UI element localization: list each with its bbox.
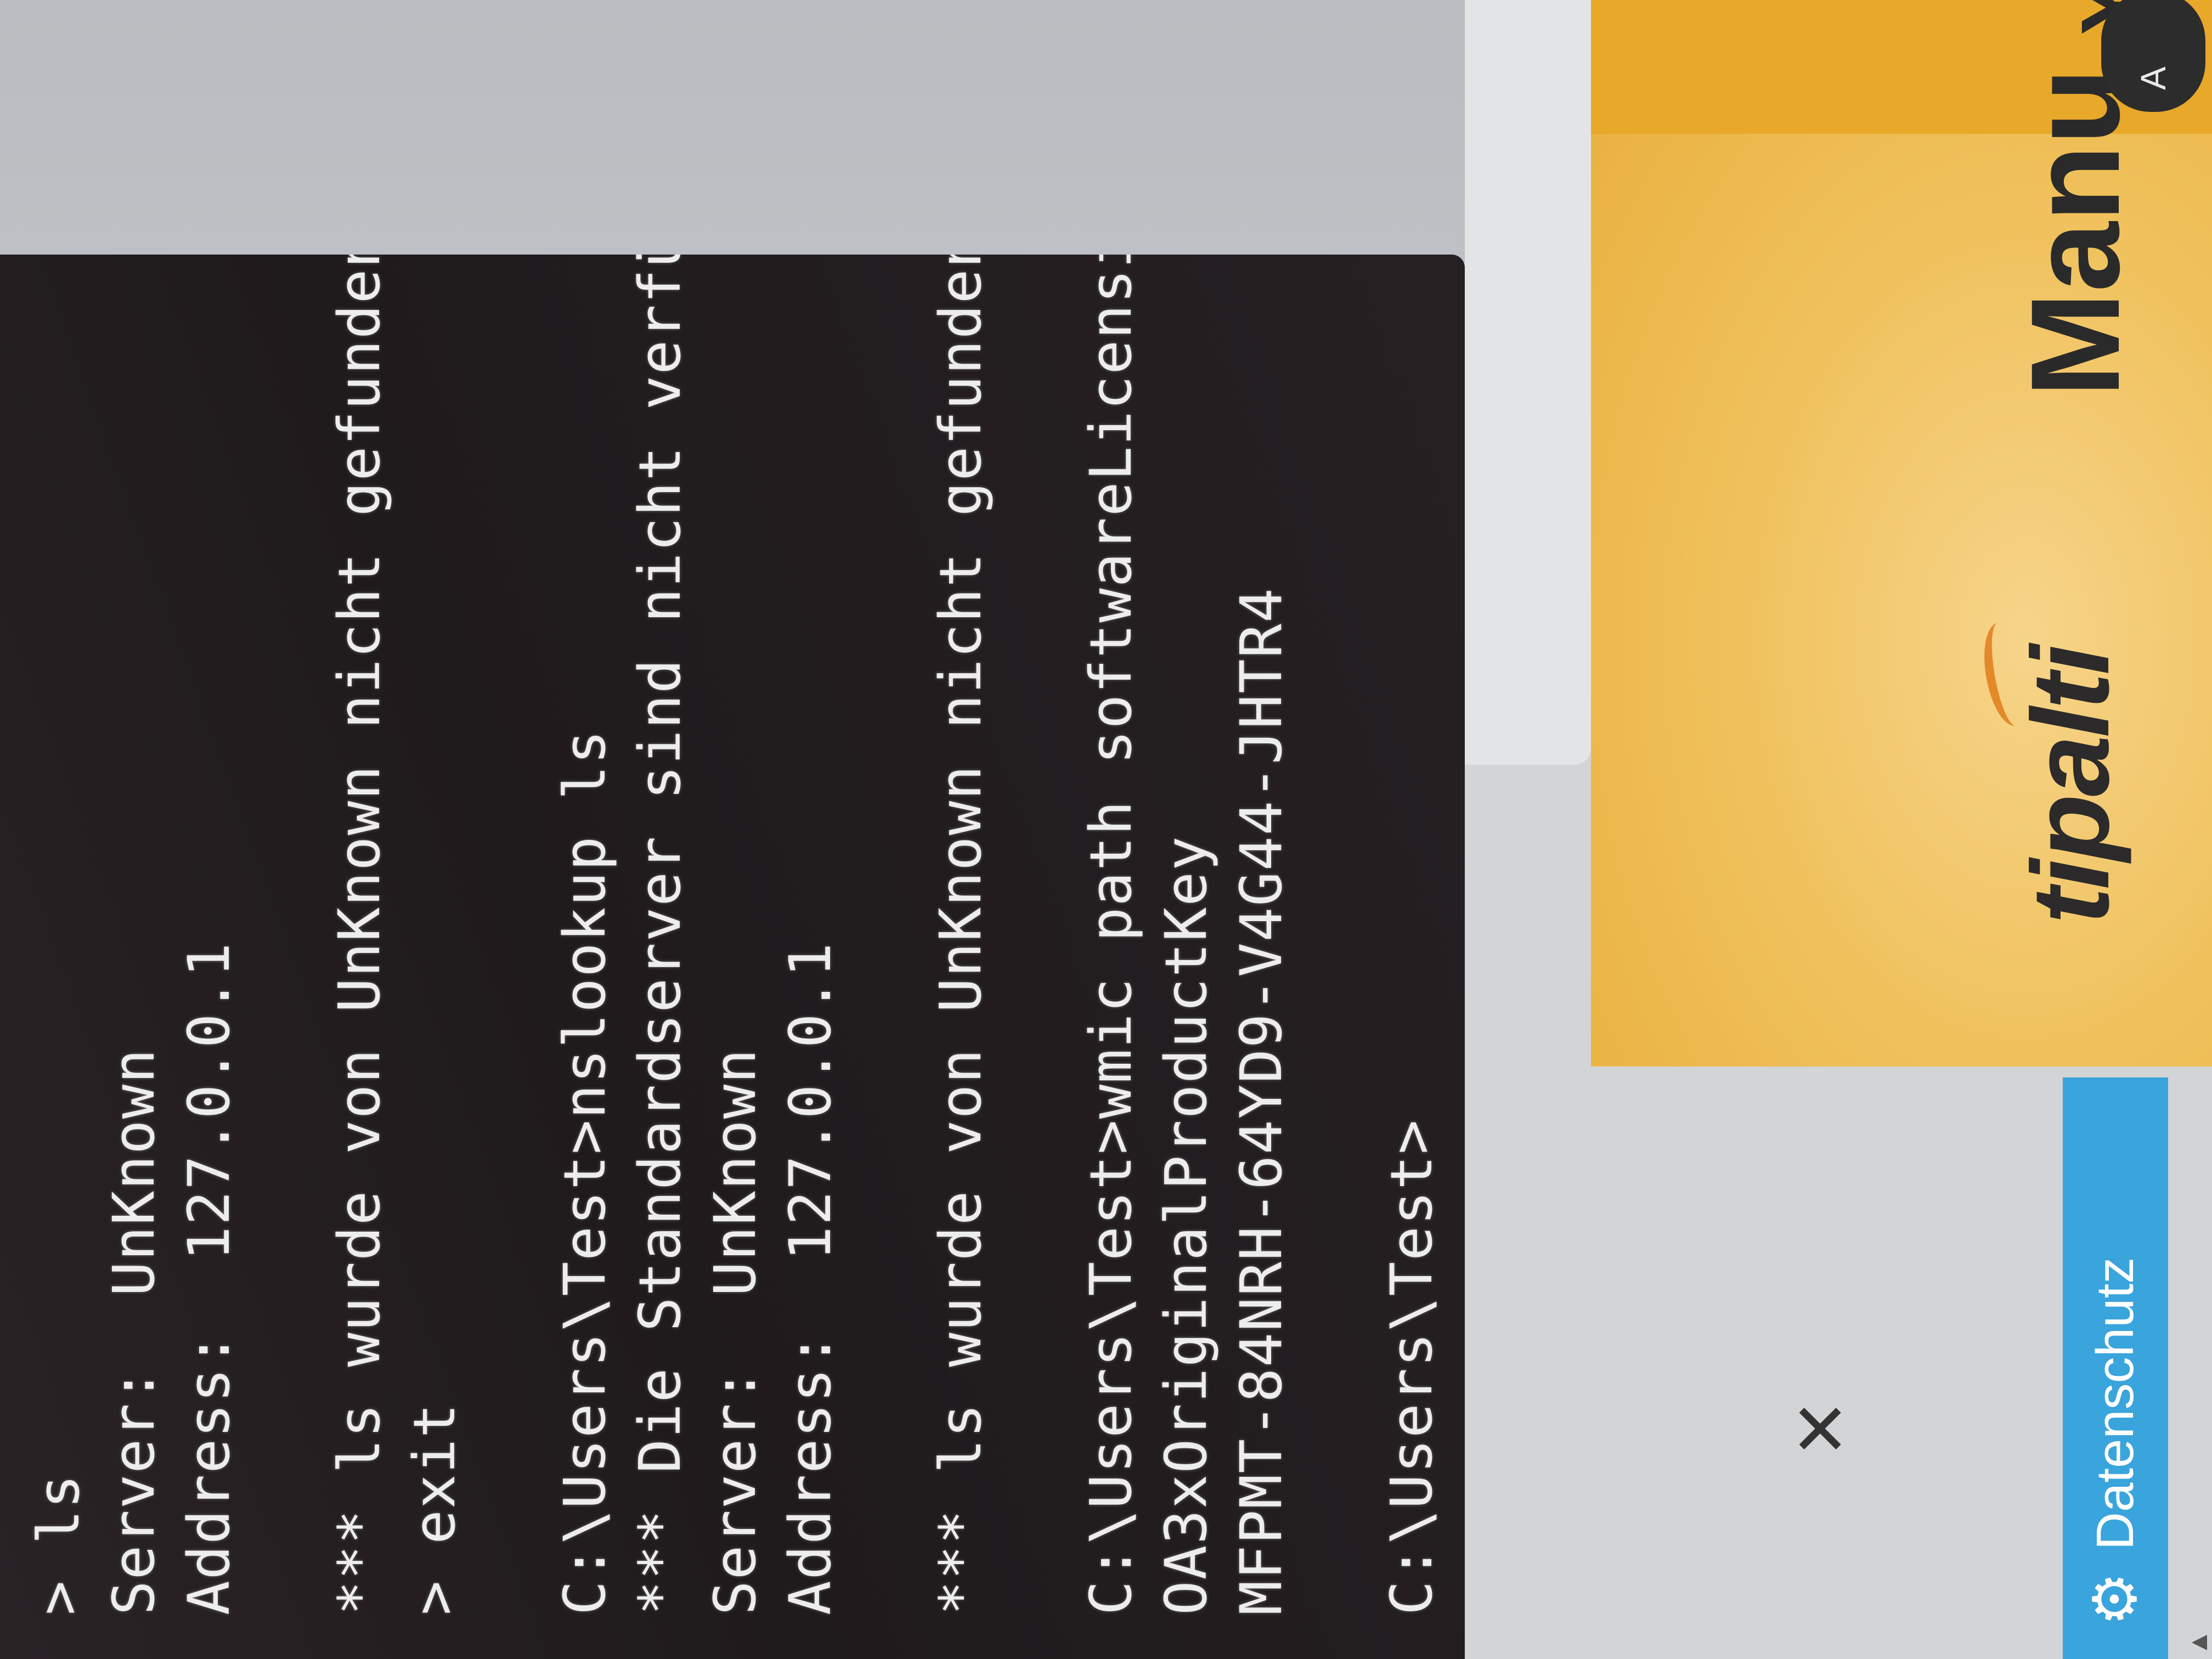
ad-button[interactable]: A xyxy=(2101,0,2205,112)
scroll-up-icon[interactable]: ▲ xyxy=(2183,1626,2212,1659)
terminal-line: *** ls wurde von UnKnown nicht gefunden:… xyxy=(326,255,393,1615)
terminal-line: C:\Users\Test> xyxy=(1378,1119,1445,1615)
terminal-line: Address: 127.0.0.1 xyxy=(176,941,242,1615)
rotated-screen: tipalti Manu Y A > lsServer: UnKnownAddr… xyxy=(0,0,2212,1659)
command-prompt-window[interactable]: > ls Server: UnKnown Address: 127.0.0.1 ***… xyxy=(0,255,1465,1659)
terminal-line: Address: 127.0.0.1 xyxy=(777,941,844,1615)
web-panel xyxy=(1465,0,1591,765)
terminal-line: MFPMT-84NRH-64YD9-V4G44-JHTR4 xyxy=(1228,587,1295,1615)
photo-stage: tipalti Manu Y A > lsServer: UnKnownAddr… xyxy=(0,0,2212,1659)
terminal-line: OA3xOriginalProductKey xyxy=(1153,835,1220,1616)
ad-headline[interactable]: Manu xyxy=(2002,68,2148,398)
terminal-line: C:\Users\Test>nslookup ls xyxy=(551,729,618,1615)
privacy-label: Datenschutz xyxy=(2086,1257,2145,1550)
terminal-line: *** ls wurde von UnKnown nicht gefunden:… xyxy=(927,255,994,1615)
close-icon[interactable]: ✕ xyxy=(1781,1396,1861,1462)
terminal-line: Server: UnKnown xyxy=(702,1048,769,1615)
terminal-line: C:\Users\Test>wmic path softwareLicensin… xyxy=(1077,255,1144,1615)
terminal-line: > ls xyxy=(25,1473,92,1615)
gear-icon: ⚙ xyxy=(2081,1572,2149,1626)
terminal-line: > exit xyxy=(401,1402,468,1615)
terminal-line: Server: UnKnown xyxy=(100,1048,167,1615)
terminal-line: *** Die Standardserver sind nicht verfüg… xyxy=(627,255,693,1615)
ad-logo[interactable]: tipalti xyxy=(2008,647,2134,924)
privacy-settings-button[interactable]: ⚙ Datenschutz xyxy=(2063,1077,2168,1659)
